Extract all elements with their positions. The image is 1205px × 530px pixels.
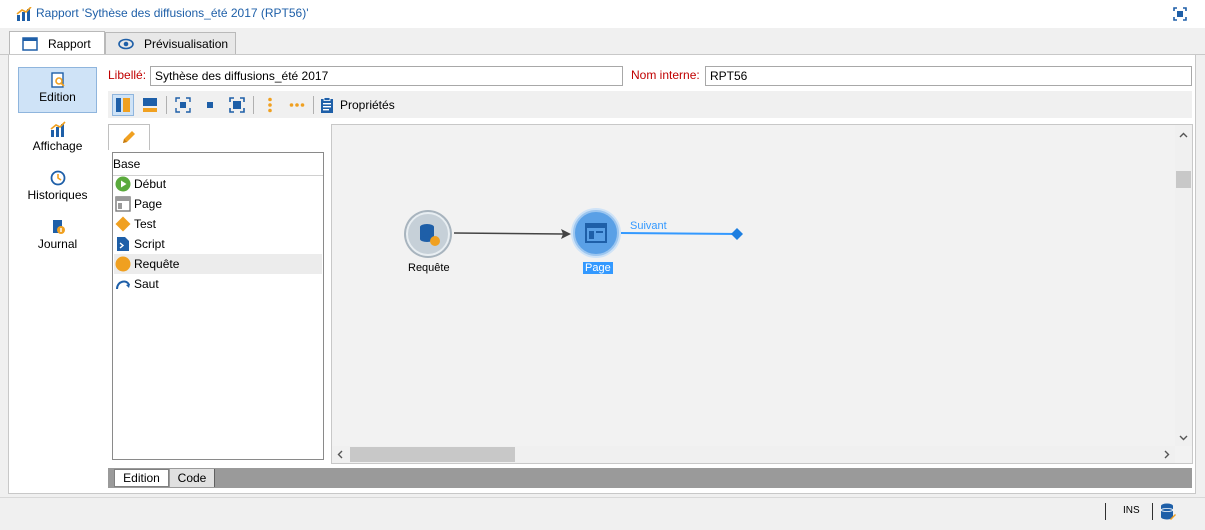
layout-horizontal-button[interactable] xyxy=(139,94,161,116)
scroll-left-icon[interactable] xyxy=(332,446,349,463)
dots-horizontal-icon xyxy=(289,103,305,107)
nom-interne-label: Nom interne: xyxy=(631,68,700,82)
transition-label: Suivant xyxy=(630,220,667,232)
palette-item-label: Saut xyxy=(134,277,159,291)
journal-icon xyxy=(52,220,65,234)
zoom-fit-button[interactable] xyxy=(172,94,194,116)
nav-item-affichage-label: Affichage xyxy=(32,139,83,153)
palette-item-test[interactable]: Test xyxy=(114,214,322,234)
libelle-label: Libellé: xyxy=(108,68,147,82)
scroll-up-icon[interactable] xyxy=(1175,127,1192,144)
layout-vertical-button[interactable] xyxy=(112,94,134,116)
horizontal-scroll-thumb[interactable] xyxy=(350,447,515,462)
node-page[interactable] xyxy=(571,208,621,258)
tab-rapport-label: Rapport xyxy=(48,36,91,51)
palette-item-debut[interactable]: Début xyxy=(114,174,322,194)
window-icon xyxy=(22,36,38,51)
tab-previsualisation[interactable]: Prévisualisation xyxy=(105,32,236,54)
bottom-tab-label: Code xyxy=(177,471,207,485)
zoom-normal-button[interactable] xyxy=(199,94,221,116)
nav-item-journal[interactable]: Journal xyxy=(18,219,97,251)
test-diamond-icon xyxy=(115,216,131,232)
database-status-icon[interactable] xyxy=(1160,503,1176,521)
zoom-normal-icon xyxy=(207,102,213,108)
toolbar-separator xyxy=(253,96,254,114)
edit-report-icon xyxy=(50,72,65,88)
scroll-right-icon[interactable] xyxy=(1158,446,1175,463)
zoom-fit-icon xyxy=(175,97,191,113)
script-icon xyxy=(117,237,129,251)
page-icon xyxy=(115,196,131,212)
nav-item-edition-label: Edition xyxy=(39,90,76,104)
dots-vertical-icon xyxy=(268,97,272,113)
status-separator xyxy=(1105,503,1106,520)
clock-icon xyxy=(50,170,65,186)
bottom-tab-edition[interactable]: Edition xyxy=(114,469,169,487)
palette-item-script[interactable]: Script xyxy=(114,234,322,254)
zoom-selection-button[interactable] xyxy=(226,94,248,116)
scroll-down-icon[interactable] xyxy=(1175,429,1192,446)
tab-rapport[interactable]: Rapport xyxy=(9,31,105,55)
tab-previsualisation-label: Prévisualisation xyxy=(144,36,229,51)
transition-end-diamond-icon[interactable] xyxy=(731,228,743,240)
toolbar-separator xyxy=(166,96,167,114)
window-title: Rapport 'Sythèse des diffusions_été 2017… xyxy=(36,6,309,20)
workflow-diagram xyxy=(404,208,743,258)
vertical-scrollbar[interactable] xyxy=(1175,125,1192,446)
bottom-tab-code[interactable]: Code xyxy=(170,469,215,487)
transition-arrow[interactable] xyxy=(453,232,564,235)
palette-item-label: Test xyxy=(134,217,157,231)
editor-bottom-tabs xyxy=(108,468,1192,488)
palette-item-label: Requête xyxy=(134,257,180,271)
palette-item-label: Début xyxy=(134,177,167,191)
query-icon xyxy=(115,256,131,272)
layout-horizontal-icon xyxy=(143,98,157,112)
start-icon xyxy=(115,176,131,192)
align-horizontal-button[interactable] xyxy=(286,94,308,116)
palette-group-label: Base xyxy=(113,157,141,171)
palette-item-label: Page xyxy=(134,197,163,211)
properties-label: Propriétés xyxy=(340,98,395,112)
libelle-input[interactable]: Sythèse des diffusions_été 2017 xyxy=(150,66,623,86)
nav-item-edition[interactable]: Edition xyxy=(18,72,97,104)
align-vertical-button[interactable] xyxy=(259,94,281,116)
palette-item-page[interactable]: Page xyxy=(114,194,322,214)
palette-item-saut[interactable]: Saut xyxy=(114,274,322,294)
jump-icon xyxy=(116,280,130,290)
nav-item-historiques[interactable]: Historiques xyxy=(18,170,97,202)
status-separator xyxy=(1152,503,1153,520)
horizontal-scrollbar[interactable] xyxy=(332,446,1175,463)
suivant-transition[interactable] xyxy=(620,232,740,235)
palette-tab[interactable] xyxy=(108,124,150,150)
properties-button[interactable]: Propriétés xyxy=(320,95,395,115)
zoom-selection-icon xyxy=(229,97,245,113)
pencil-icon xyxy=(123,131,135,143)
node-requete-label: Requête xyxy=(408,262,450,274)
maximize-icon[interactable] xyxy=(1172,6,1188,22)
status-bar xyxy=(0,497,1205,530)
layout-vertical-icon xyxy=(116,98,130,112)
eye-icon xyxy=(118,38,134,50)
report-app-icon xyxy=(16,7,32,21)
status-insert-mode: INS xyxy=(1123,505,1140,516)
node-page-label: Page xyxy=(583,262,613,274)
nav-item-historiques-label: Historiques xyxy=(27,188,88,202)
bottom-tab-label: Edition xyxy=(123,471,160,485)
chart-icon xyxy=(50,121,66,137)
nav-item-affichage[interactable]: Affichage xyxy=(18,121,97,153)
vertical-scroll-thumb[interactable] xyxy=(1176,171,1191,188)
node-requete[interactable] xyxy=(404,210,452,258)
nav-item-journal-label: Journal xyxy=(37,237,78,251)
nom-interne-input[interactable]: RPT56 xyxy=(705,66,1192,86)
toolbar-separator xyxy=(313,96,314,114)
palette-item-label: Script xyxy=(134,237,165,251)
clipboard-icon xyxy=(321,97,333,113)
palette-item-requete[interactable]: Requête xyxy=(114,254,322,274)
